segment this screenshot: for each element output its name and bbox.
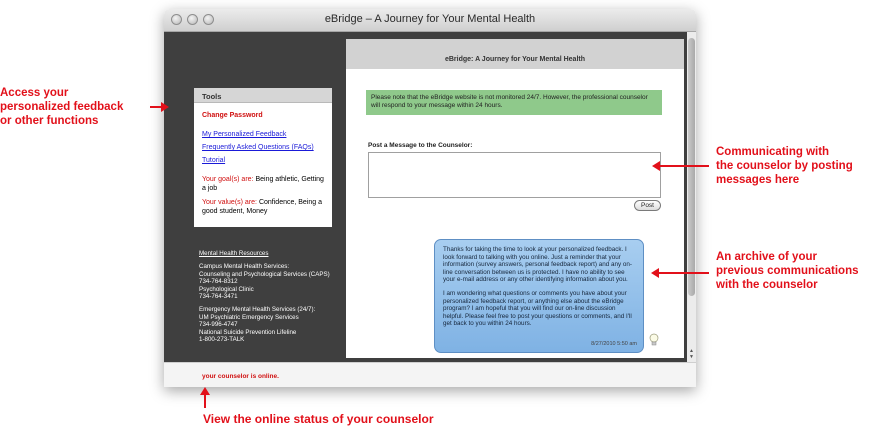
content-pane: eBridge: A Journey for Your Mental Healt… — [346, 39, 684, 358]
tools-header: Tools — [194, 88, 332, 103]
resource-line: Campus Mental Health Services: — [199, 263, 290, 271]
resource-line: National Suicide Prevention Lifeline — [199, 328, 297, 336]
message-timestamp: 8/27/2010 5:50 am — [591, 341, 637, 348]
annotation-line: the counselor by posting — [716, 160, 853, 172]
resource-line: UM Psychiatric Emergency Services — [199, 313, 299, 321]
scrollbar-thumb[interactable] — [688, 38, 695, 296]
message-input[interactable] — [368, 152, 661, 198]
mental-health-resources: Mental Health Resources Campus Mental He… — [199, 250, 349, 349]
tools-panel: Tools Change Password My Personalized Fe… — [194, 88, 332, 227]
goals-text: Your goal(s) are: Being athletic, Gettin… — [202, 175, 324, 193]
status-bar: your counselor is online. — [164, 362, 696, 387]
annotation-tools: Access your personalized feedback or oth… — [0, 86, 123, 128]
scroll-arrows-icon[interactable]: ▲ ▼ — [687, 348, 696, 360]
arrow-left-icon — [658, 272, 709, 274]
annotation-line: with the counselor — [716, 279, 818, 291]
resources-emergency: Emergency Mental Health Services (24/7):… — [199, 306, 349, 343]
lightbulb-icon — [649, 333, 659, 346]
arrow-up-icon — [204, 394, 206, 408]
annotation-line: or other functions — [0, 115, 99, 127]
annotation-line: previous communications — [716, 265, 859, 277]
personalized-feedback-link[interactable]: My Personalized Feedback — [202, 130, 324, 139]
message-paragraph: I am wondering what questions or comment… — [443, 289, 632, 328]
annotation-posting: Communicating with the counselor by post… — [716, 145, 853, 187]
post-message-label: Post a Message to the Counselor: — [368, 142, 473, 149]
goals-label: Your goal(s) are: — [202, 176, 254, 183]
resources-heading[interactable]: Mental Health Resources — [199, 250, 349, 257]
resource-line: 734-764-3471 — [199, 293, 238, 301]
content-header: eBridge: A Journey for Your Mental Healt… — [346, 39, 684, 69]
annotation-line: messages here — [716, 174, 800, 186]
notice-banner: Please note that the eBridge website is … — [366, 90, 662, 115]
arrow-left-icon — [659, 165, 709, 167]
resource-line: 1-800-273-TALK — [199, 336, 245, 344]
resource-line: 734-996-4747 — [199, 321, 238, 329]
resource-line: 734-764-8312 — [199, 278, 238, 286]
annotation-line: Access your — [0, 87, 69, 99]
values-label: Your value(s) are: — [202, 199, 257, 206]
title-bar: eBridge – A Journey for Your Mental Heal… — [164, 9, 696, 32]
resource-line: Psychological Clinic — [199, 285, 254, 293]
values-text: Your value(s) are: Confidence, Being a g… — [202, 198, 324, 216]
annotation-line: An archive of your — [716, 251, 817, 263]
counselor-status: your counselor is online. — [202, 373, 279, 380]
scrollbar[interactable]: ▲ ▼ — [687, 32, 696, 362]
post-button[interactable]: Post — [634, 200, 661, 211]
arrowhead-icon — [161, 102, 169, 112]
resources-campus: Campus Mental Health Services: Counselin… — [199, 263, 349, 300]
counselor-message: Thanks for taking the time to look at yo… — [434, 239, 644, 353]
faq-link[interactable]: Frequently Asked Questions (FAQs) — [202, 143, 324, 152]
change-password-link[interactable]: Change Password — [202, 111, 324, 120]
annotation-archive: An archive of your previous communicatio… — [716, 250, 859, 292]
resource-line: Emergency Mental Health Services (24/7): — [199, 306, 316, 314]
annotation-line: personalized feedback — [0, 101, 124, 113]
annotation-line: Communicating with — [716, 146, 830, 158]
resource-line: Counseling and Psychological Services (C… — [199, 270, 330, 278]
tutorial-link[interactable]: Tutorial — [202, 156, 324, 165]
window-title: eBridge – A Journey for Your Mental Heal… — [324, 13, 536, 25]
annotation-status: View the online status of your counselor — [203, 412, 434, 426]
app-window: eBridge – A Journey for Your Mental Heal… — [164, 9, 696, 387]
message-paragraph: Thanks for taking the time to look at yo… — [443, 246, 633, 284]
